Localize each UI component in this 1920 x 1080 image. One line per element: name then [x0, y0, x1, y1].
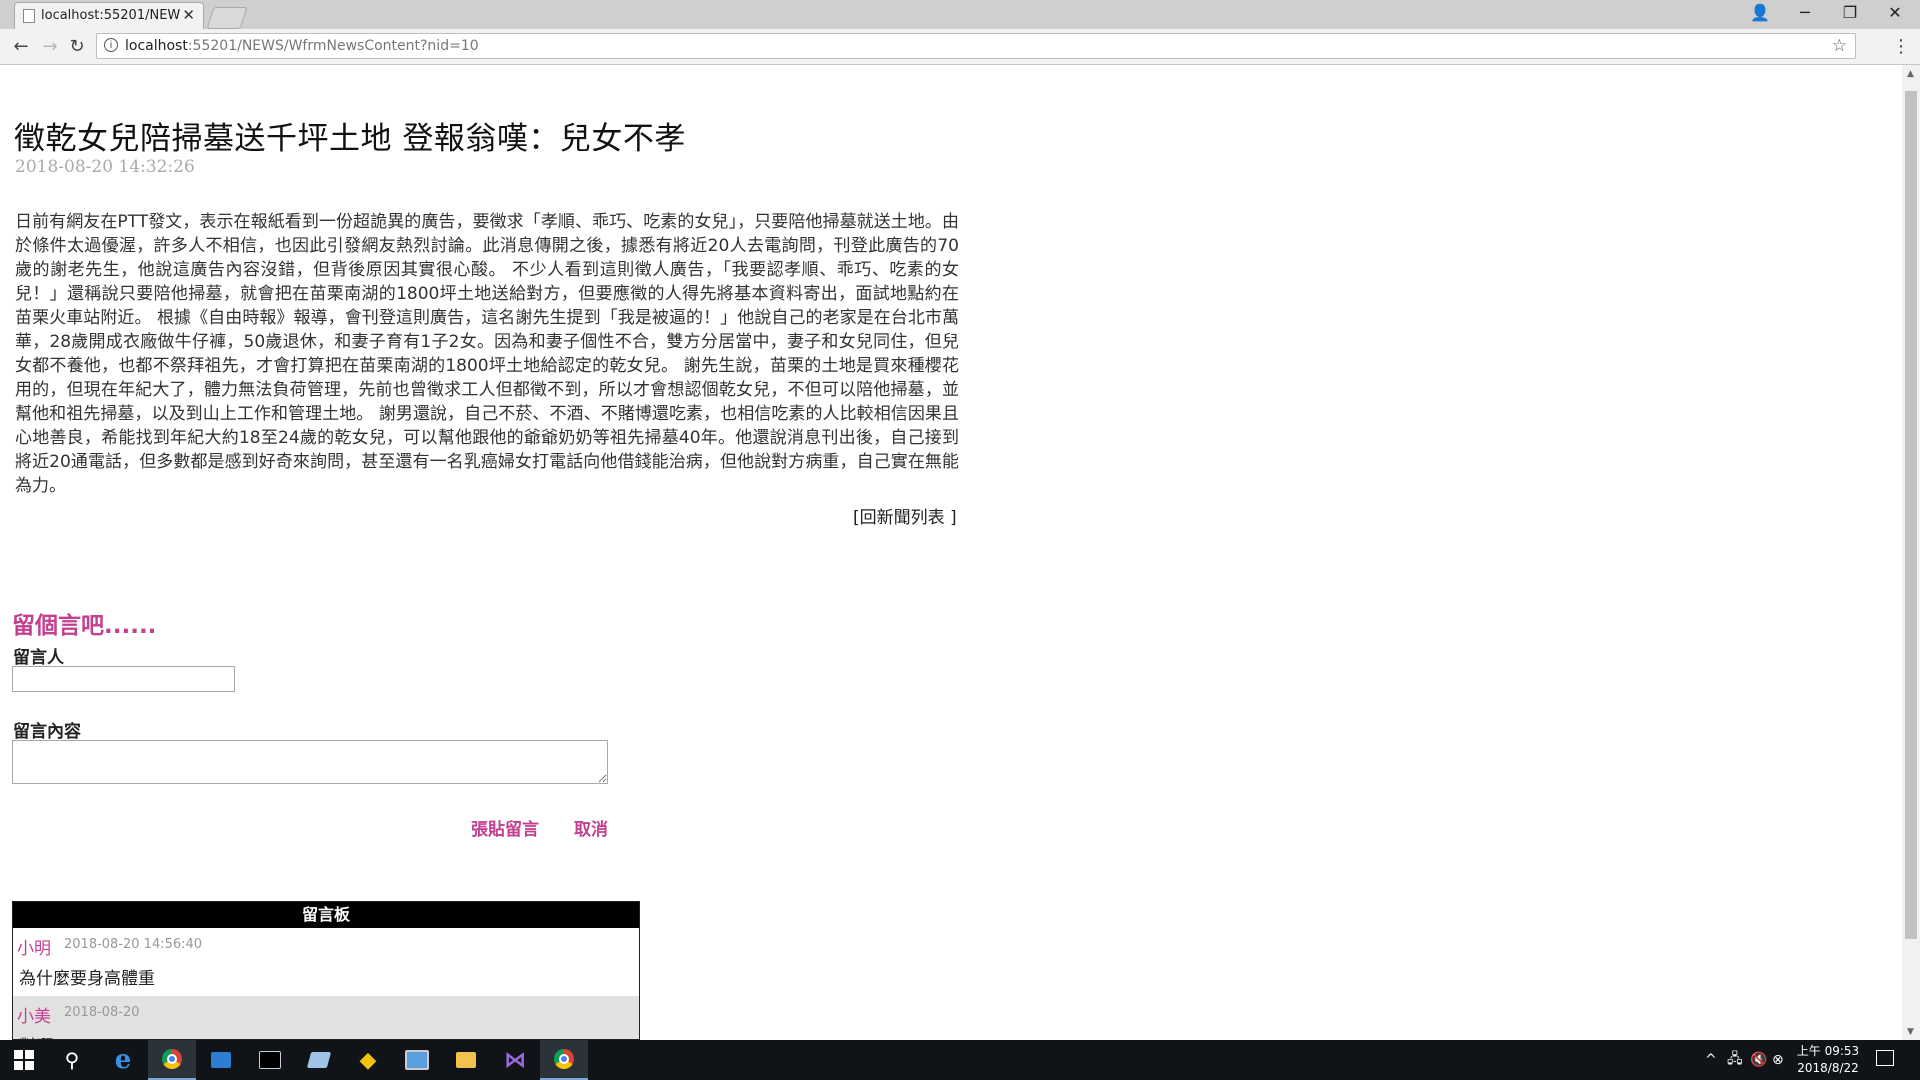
volume-muted-icon[interactable]: 🔇 — [1750, 1040, 1767, 1080]
url-text[interactable]: localhost:55201/NEWS/WfrmNewsContent?nid… — [125, 38, 479, 54]
back-to-news-list-link[interactable]: [回新聞列表 ] — [853, 503, 957, 528]
taskbar-chrome-window[interactable] — [540, 1040, 588, 1080]
maximize-button[interactable]: ❐ — [1830, 3, 1870, 22]
search-button[interactable]: ⚲ — [48, 1040, 96, 1080]
taskbar-edge[interactable]: e — [99, 1040, 147, 1080]
store-icon — [211, 1052, 231, 1068]
commenter-input[interactable] — [12, 666, 235, 692]
forward-arrow-icon[interactable]: → — [38, 36, 62, 57]
taskbar-visual-studio[interactable]: ⋈ — [491, 1040, 539, 1080]
taskbar-file-explorer[interactable] — [442, 1040, 490, 1080]
post-comment-button[interactable]: 張貼留言 — [471, 815, 539, 840]
comment-content-textarea[interactable] — [12, 740, 608, 784]
page-scrollbar[interactable]: ▲ ▼ — [1902, 65, 1920, 1040]
chrome-icon — [162, 1049, 182, 1069]
comment-text: 對啊 — [19, 1032, 53, 1039]
scroll-up-arrow-icon[interactable]: ▲ — [1907, 69, 1914, 79]
folder-icon — [456, 1052, 476, 1068]
page-icon — [23, 9, 35, 23]
minimize-button[interactable]: ─ — [1785, 3, 1825, 22]
user-icon[interactable]: 👤 — [1740, 3, 1780, 22]
url-host: localhost — [125, 38, 188, 54]
start-button[interactable] — [0, 1040, 48, 1080]
notepad-icon — [306, 1052, 332, 1068]
taskbar-sourcetree[interactable]: ◆ — [344, 1040, 392, 1080]
monitor-icon — [405, 1050, 429, 1070]
message-board: 留言板 小明 2018-08-20 14:56:40 為什麼要身高體重 小美 2… — [12, 901, 640, 1040]
taskbar-remote-desktop[interactable] — [393, 1040, 441, 1080]
visual-studio-icon: ⋈ — [504, 1047, 526, 1073]
comment-author: 小明 — [17, 939, 51, 959]
message-board-title: 留言板 — [13, 902, 639, 928]
bookmark-star-icon[interactable]: ☆ — [1832, 36, 1847, 56]
commenter-label: 留言人 — [13, 648, 64, 668]
tab-title: localhost:55201/NEWS/ — [41, 8, 181, 23]
taskbar: ⚲ e ◆ ⋈ ^ 🖧 🔇 ⊗ 上午 09:53 2018/8/22 — [0, 1040, 1920, 1080]
system-clock[interactable]: 上午 09:53 2018/8/22 — [1788, 1043, 1868, 1077]
back-arrow-icon[interactable]: ← — [9, 36, 33, 57]
taskbar-chrome-pinned[interactable] — [148, 1040, 196, 1080]
comment-time: 2018-08-20 — [64, 1005, 140, 1020]
network-icon[interactable]: 🖧 — [1727, 1040, 1743, 1080]
clock-date: 2018/8/22 — [1797, 1061, 1859, 1075]
search-icon: ⚲ — [64, 1048, 80, 1072]
article-date: 2018-08-20 14:32:26 — [15, 157, 195, 177]
comment-content-label: 留言內容 — [13, 722, 81, 742]
address-bar[interactable]: i localhost:55201/NEWS/WfrmNewsContent?n… — [96, 33, 1856, 59]
url-path: :55201/NEWS/WfrmNewsContent?nid=10 — [187, 38, 479, 54]
close-window-button[interactable]: ✕ — [1875, 3, 1915, 22]
edge-browser-icon: e — [114, 1045, 132, 1075]
status-x-icon[interactable]: ⊗ — [1772, 1040, 1784, 1080]
info-icon[interactable]: i — [104, 38, 118, 52]
comment-row: 小美 2018-08-20 對啊 — [13, 996, 639, 1039]
comment-heading: 留個言吧...... — [12, 613, 157, 639]
browser-toolbar: ← → ↻ i localhost:55201/NEWS/WfrmNewsCon… — [0, 29, 1920, 65]
comment-author: 小美 — [17, 1007, 51, 1027]
browser-tab[interactable]: localhost:55201/NEWS/ ✕ — [14, 2, 204, 29]
cancel-button[interactable]: 取消 — [574, 815, 608, 840]
comment-text: 為什麼要身高體重 — [19, 969, 155, 989]
clock-time: 上午 09:53 — [1796, 1044, 1860, 1058]
scrollbar-thumb[interactable] — [1905, 91, 1917, 939]
browser-titlebar: localhost:55201/NEWS/ ✕ 👤 ─ ❐ ✕ — [0, 0, 1920, 29]
close-tab-icon[interactable]: ✕ — [182, 6, 195, 24]
comment-time: 2018-08-20 14:56:40 — [64, 937, 203, 952]
notification-center-icon[interactable] — [1876, 1050, 1894, 1066]
chrome-icon — [554, 1049, 574, 1069]
taskbar-terminal[interactable] — [246, 1040, 294, 1080]
article-body: 日前有網友在PTT發文，表示在報紙看到一份超詭異的廣告，要徵求「孝順、乖巧、吃素… — [15, 212, 959, 496]
diamond-app-icon: ◆ — [359, 1047, 377, 1073]
article-title: 徵乾女兒陪掃墓送千坪土地 登報翁嘆：兒女不孝 — [14, 121, 686, 157]
windows-logo-icon — [14, 1050, 34, 1070]
terminal-icon — [259, 1051, 281, 1069]
taskbar-notepad[interactable] — [295, 1040, 343, 1080]
comment-row: 小明 2018-08-20 14:56:40 為什麼要身高體重 — [13, 928, 639, 996]
new-tab-button[interactable] — [206, 7, 248, 29]
reload-icon[interactable]: ↻ — [65, 36, 89, 57]
taskbar-store[interactable] — [197, 1040, 245, 1080]
show-hidden-icons-chevron-icon[interactable]: ^ — [1705, 1040, 1717, 1080]
scroll-down-arrow-icon[interactable]: ▼ — [1907, 1027, 1914, 1037]
more-menu-icon[interactable]: ⋮ — [1892, 36, 1910, 57]
